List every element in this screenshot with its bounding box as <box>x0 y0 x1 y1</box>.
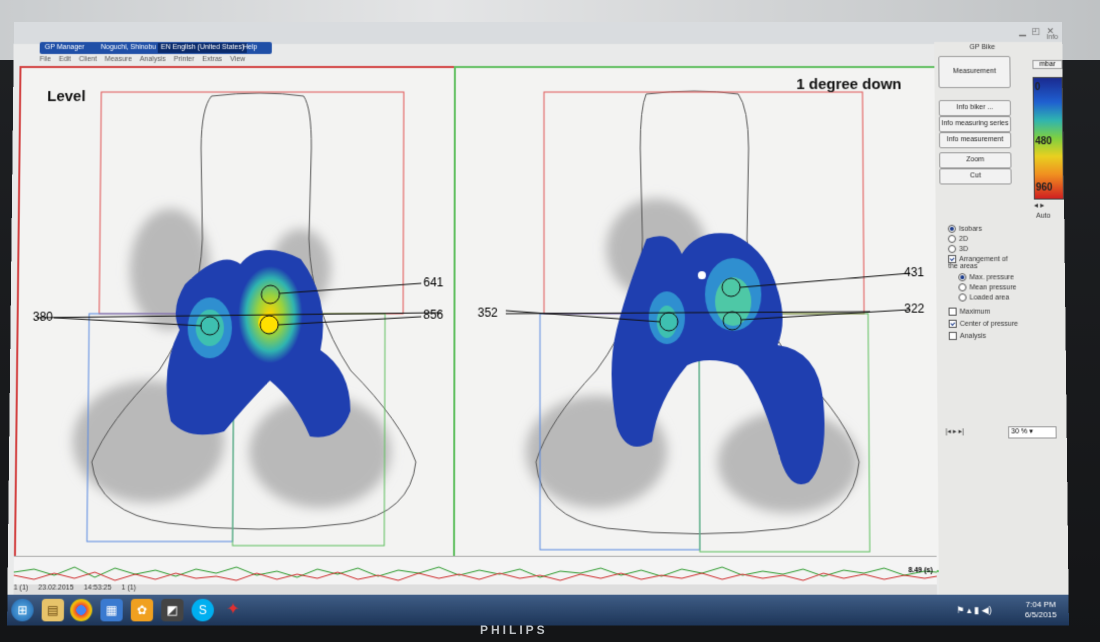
record-date: 23.02.2015 <box>38 584 74 592</box>
record-count-b: 1 (1) <box>121 584 137 592</box>
restore-icon[interactable]: ◰ <box>1032 26 1041 37</box>
option-maximum[interactable]: Maximum <box>948 307 991 316</box>
pressure-map-right[interactable]: 1 degree down 352 431 322 <box>452 66 941 573</box>
info-biker-button[interactable]: Info biker ... <box>938 100 1011 117</box>
window-topbar: ▁ ◰ ✕ Info <box>13 22 1063 44</box>
minimize-icon[interactable]: ▁ <box>1019 26 1026 37</box>
info-measurement-button[interactable]: Info measurement <box>938 132 1012 149</box>
cut-button[interactable]: Cut <box>939 168 1012 185</box>
tab-language[interactable]: EN English (United States) <box>157 42 248 54</box>
control-sidebar: GP Bike Measurement Info biker ... Info … <box>934 41 1069 610</box>
scale-tick-0: 0 <box>1034 82 1041 94</box>
menu-analysis[interactable]: Analysis <box>140 56 166 63</box>
monitor-brand-logo: PHILIPS <box>480 623 548 637</box>
info-label[interactable]: Info <box>1046 34 1058 41</box>
media-app-icon[interactable]: ✦ <box>222 599 244 622</box>
info-series-button[interactable]: Info measuring series <box>938 116 1012 133</box>
tab-patient[interactable]: Noguchi, Shinobu <box>98 43 159 53</box>
menu-measure[interactable]: Measure <box>105 56 132 63</box>
graph-app-icon[interactable]: ◩ <box>161 598 184 622</box>
option-mean-pressure[interactable]: Mean pressure <box>958 283 1016 292</box>
scale-tick-480: 480 <box>1035 136 1053 148</box>
record-time: 14:53:25 <box>83 584 112 592</box>
unit-label: mbar <box>1032 60 1063 70</box>
value-label-left-b: 641 <box>423 275 444 290</box>
menu-view[interactable]: View <box>230 56 245 63</box>
saddle-pressure-plot-right <box>455 68 939 570</box>
skype-icon[interactable]: S <box>191 598 214 622</box>
measurement-button[interactable]: Measurement <box>938 56 1011 89</box>
panel-label-left: Level <box>47 88 86 106</box>
app-titlebar: GP Manager Noguchi, Shinobu EN English (… <box>39 41 272 55</box>
value-label-right-a: 352 <box>477 305 498 320</box>
option-isobars[interactable]: Isobars <box>947 224 982 233</box>
tray-icons[interactable]: ⚑ ▴ ▮ ◀) <box>956 605 992 616</box>
tab-help[interactable]: Help <box>240 43 260 53</box>
option-max-pressure[interactable]: Max. pressure <box>958 273 1014 282</box>
menu-client[interactable]: Client <box>79 56 97 63</box>
value-label-left-a: 380 <box>32 309 54 324</box>
auto-button[interactable]: Auto <box>1036 213 1051 220</box>
chrome-icon[interactable] <box>69 598 93 622</box>
saddle-pressure-plot-left <box>16 68 454 570</box>
pressure-timeline[interactable]: 8.49 (s) <box>14 555 937 588</box>
option-arrangement[interactable]: Arrangement of the areas <box>948 255 1019 270</box>
screen: ▁ ◰ ✕ Info GP Manager Noguchi, Shinobu E… <box>7 22 1069 626</box>
start-button-icon[interactable]: ⊞ <box>11 598 34 622</box>
option-center-of-pressure[interactable]: Center of pressure <box>948 319 1019 328</box>
value-label-right-b: 431 <box>903 265 925 280</box>
clock-date: 6/5/2015 <box>1025 610 1057 620</box>
gp-manager-icon[interactable]: ▦ <box>100 598 123 622</box>
option-2d[interactable]: 2D <box>947 234 968 243</box>
zoom-select[interactable]: 30 % ▾ <box>1008 426 1057 439</box>
value-label-right-c: 322 <box>904 301 925 316</box>
duration-label: 8.49 (s) <box>908 567 933 575</box>
clock-time: 7:04 PM <box>1025 599 1056 610</box>
menu-printer[interactable]: Printer <box>174 56 195 63</box>
scale-arrows[interactable]: ◂ ▸ <box>1034 201 1044 210</box>
option-3d[interactable]: 3D <box>947 244 968 254</box>
menu-extras[interactable]: Extras <box>202 56 222 63</box>
record-count-a: 1 (1) <box>13 584 29 592</box>
windows-taskbar: ⊞ ▤ ▦ ✿ ◩ S ✦ ⚑ ▴ ▮ ◀) 7:04 PM 6/5/2015 <box>7 594 1069 626</box>
value-label-left-c: 856 <box>423 307 444 322</box>
zoom-button[interactable]: Zoom <box>939 152 1012 169</box>
menu-edit[interactable]: Edit <box>59 56 71 63</box>
timeline-graph <box>14 557 937 588</box>
option-analysis[interactable]: Analysis <box>948 331 986 340</box>
menubar: File Edit Client Measure Analysis Printe… <box>40 56 921 66</box>
sidebar-title: GP Bike <box>969 43 996 52</box>
scale-tick-960: 960 <box>1035 182 1053 194</box>
pressure-map-left[interactable]: Level 380 641 856 <box>13 66 456 573</box>
tab-gp-manager[interactable]: GP Manager <box>42 43 88 53</box>
app-icon[interactable]: ✿ <box>130 598 154 622</box>
panel-label-right: 1 degree down <box>796 76 902 94</box>
menu-file[interactable]: File <box>40 56 51 63</box>
explorer-icon[interactable]: ▤ <box>41 598 65 622</box>
option-loaded-area[interactable]: Loaded area <box>958 293 1009 302</box>
system-clock[interactable]: 7:04 PM 6/5/2015 <box>1025 600 1057 621</box>
playback-controls[interactable]: |◂ ▸ ▸| <box>946 427 964 435</box>
